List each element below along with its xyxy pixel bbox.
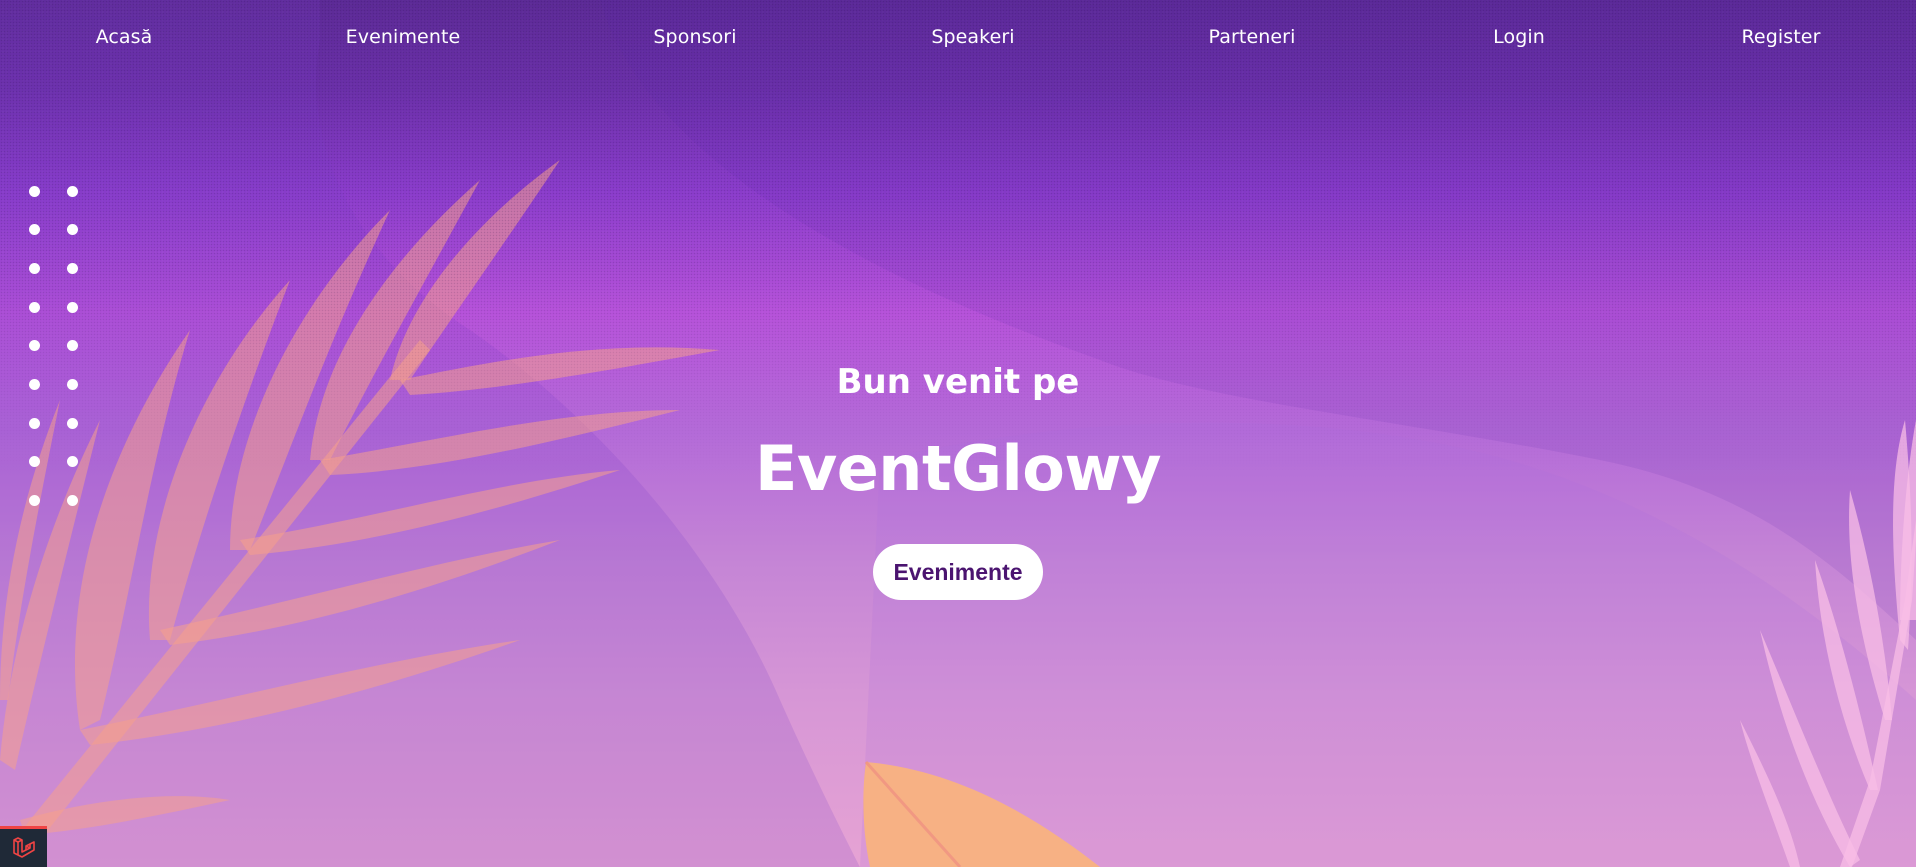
nav-link-sponsori[interactable]: Sponsori — [653, 26, 736, 48]
dot — [29, 263, 40, 274]
dot — [67, 302, 78, 313]
dot — [67, 224, 78, 235]
nav-link-acasa[interactable]: Acasă — [96, 26, 153, 48]
nav-link-speakeri[interactable]: Speakeri — [931, 26, 1014, 48]
hero-subtitle: Bun venit pe — [836, 362, 1080, 402]
page: Acasă Evenimente Sponsori Speakeri Parte… — [0, 0, 1916, 867]
dot — [29, 224, 40, 235]
dot — [29, 302, 40, 313]
events-button[interactable]: Evenimente — [873, 544, 1043, 600]
nav-link-login[interactable]: Login — [1493, 26, 1545, 48]
dot — [67, 418, 78, 429]
dot — [29, 186, 40, 197]
nav-link-evenimente[interactable]: Evenimente — [346, 26, 461, 48]
dot — [29, 340, 40, 351]
nav-link-parteneri[interactable]: Parteneri — [1209, 26, 1296, 48]
dot — [67, 340, 78, 351]
dot — [67, 186, 78, 197]
laravel-debug-badge[interactable] — [0, 826, 47, 867]
dot — [67, 263, 78, 274]
top-nav: Acasă Evenimente Sponsori Speakeri Parte… — [0, 0, 1916, 78]
hero-title: EventGlowy — [754, 432, 1162, 505]
laravel-icon — [12, 837, 35, 858]
nav-link-register[interactable]: Register — [1741, 26, 1820, 48]
dot — [29, 418, 40, 429]
